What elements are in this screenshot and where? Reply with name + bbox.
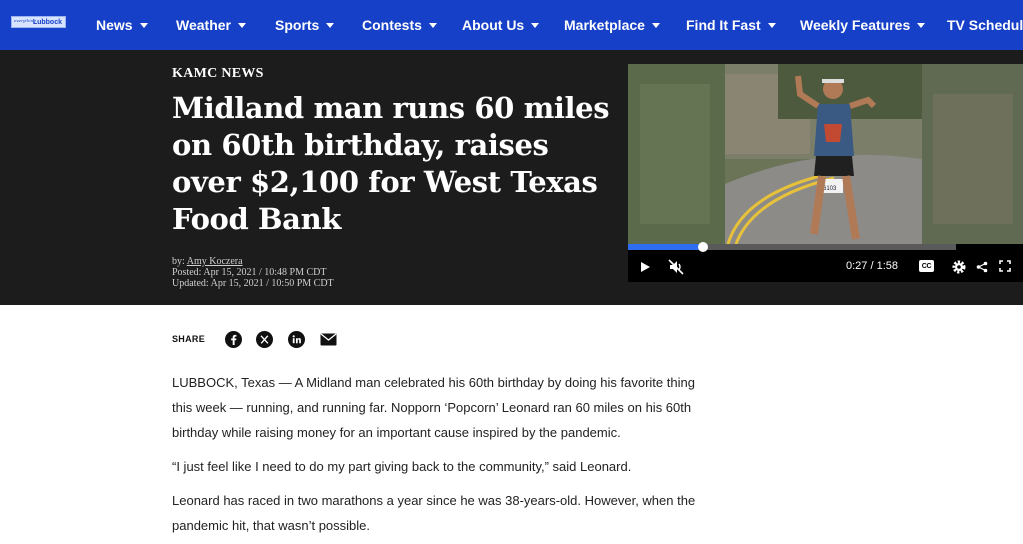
nav-item-tv-schedule[interactable]: TV Schedule	[947, 0, 1023, 50]
nav-item-label: TV Schedule	[947, 17, 1023, 33]
chevron-down-icon	[139, 23, 148, 28]
logo-tagline: everything	[14, 18, 36, 23]
share-video-icon[interactable]	[975, 260, 988, 273]
video-progress-bar[interactable]	[628, 242, 956, 252]
gear-icon[interactable]	[950, 258, 967, 275]
video-controls: 0:27 / 1:58 CC	[628, 252, 1023, 282]
mute-icon[interactable]	[668, 259, 684, 275]
chevron-down-icon	[326, 23, 335, 28]
nav-item-sports[interactable]: Sports	[275, 0, 335, 50]
video-player[interactable]: 6103 6103 0:27 / 1:58 CC	[628, 64, 1023, 282]
article-byline: by: Amy Koczera Posted: Apr 15, 2021 / 1…	[172, 256, 334, 289]
chevron-down-icon	[428, 23, 437, 28]
author-link[interactable]: Amy Koczera	[187, 256, 243, 267]
article-hero: KAMC NEWS Midland man runs 60 miles on 6…	[0, 50, 1023, 305]
nav-item-label: Contests	[362, 17, 422, 33]
nav-item-about-us[interactable]: About Us	[462, 0, 540, 50]
article-paragraph: LUBBOCK, Texas — A Midland man celebrate…	[172, 375, 695, 440]
top-navigation: everything Lubbock News Weather Sports C…	[0, 0, 1023, 50]
duration: / 1:58	[870, 260, 899, 272]
logo-text: Lubbock	[32, 18, 62, 26]
facebook-icon[interactable]	[225, 331, 242, 348]
video-frame[interactable]: 6103	[628, 64, 1023, 244]
nav-item-label: Weather	[176, 17, 231, 33]
x-icon[interactable]	[256, 331, 273, 348]
byline-author-line: by: Amy Koczera	[172, 256, 334, 267]
fullscreen-icon[interactable]	[998, 259, 1012, 273]
video-scrub-handle[interactable]	[698, 242, 709, 252]
chevron-down-icon	[767, 23, 776, 28]
chevron-down-icon	[651, 23, 660, 28]
posted-timestamp: Posted: Apr 15, 2021 / 10:48 PM CDT	[172, 267, 327, 278]
nav-item-label: News	[96, 17, 133, 33]
nav-item-contests[interactable]: Contests	[362, 0, 437, 50]
nav-item-label: Weekly Features	[800, 17, 911, 33]
byline-prefix: by:	[172, 256, 185, 267]
nav-item-news[interactable]: News	[96, 0, 148, 50]
article-headline: Midland man runs 60 miles on 60th birthd…	[172, 91, 610, 236]
share-label: SHARE	[172, 334, 206, 344]
current-time: 0:27	[846, 260, 868, 272]
nav-item-marketplace[interactable]: Marketplace	[564, 0, 660, 50]
play-icon[interactable]	[638, 260, 652, 274]
linkedin-icon[interactable]	[288, 331, 305, 348]
article-paragraph: Leonard has raced in two marathons a yea…	[172, 493, 696, 533]
nav-item-label: Sports	[275, 17, 320, 33]
nav-item-weekly-features[interactable]: Weekly Features	[800, 0, 926, 50]
article-kicker[interactable]: KAMC NEWS	[172, 66, 264, 82]
chevron-down-icon	[917, 23, 926, 28]
closed-captions-button[interactable]: CC	[919, 260, 934, 272]
video-timecode: 0:27 / 1:58	[846, 260, 898, 272]
nav-item-find-it-fast[interactable]: Find It Fast	[686, 0, 776, 50]
cc-label: CC	[921, 262, 932, 270]
nav-item-weather[interactable]: Weather	[176, 0, 246, 50]
svg-text:6103: 6103	[823, 186, 837, 192]
site-logo[interactable]: everything Lubbock	[11, 16, 66, 28]
nav-item-label: Find It Fast	[686, 17, 761, 33]
chevron-down-icon	[531, 23, 540, 28]
article-paragraph: “I just feel like I need to do my part g…	[172, 459, 632, 474]
chevron-down-icon	[237, 23, 246, 28]
video-progress-fill	[628, 244, 704, 250]
email-icon[interactable]	[319, 331, 337, 348]
updated-timestamp: Updated: Apr 15, 2021 / 10:50 PM CDT	[172, 278, 334, 289]
nav-item-label: About Us	[462, 17, 525, 33]
nav-item-label: Marketplace	[564, 17, 645, 33]
